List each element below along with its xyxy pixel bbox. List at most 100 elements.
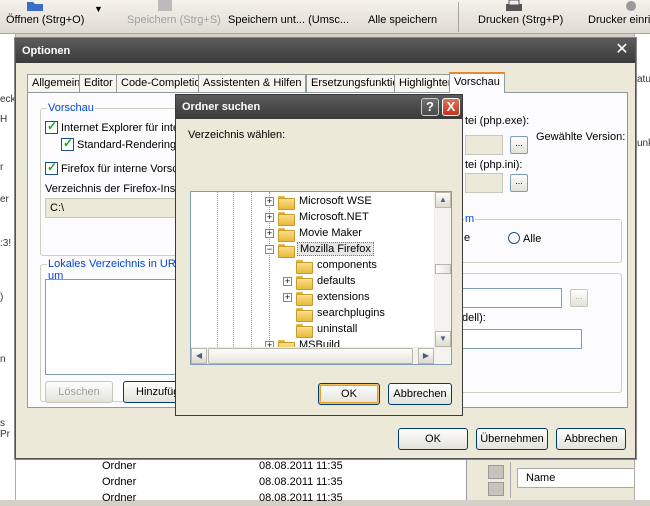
php-ini-field[interactable] (465, 173, 503, 193)
options-apply-button[interactable]: Übernehmen (476, 428, 548, 450)
loeschen-button[interactable]: Löschen (45, 381, 113, 403)
printer-setup-icon (626, 1, 636, 11)
firefox-dir-field[interactable]: C:\ (45, 198, 185, 218)
tree-guide-line (233, 192, 234, 347)
options-title: Optionen (22, 45, 71, 57)
panel-nav-buttons (481, 462, 511, 498)
scroll-down-icon[interactable]: ▼ (435, 331, 451, 347)
bg-left-text: er (0, 194, 9, 205)
browse-folder-dialog: Ordner suchen ? X Verzeichnis wählen: + M… (175, 94, 463, 416)
file-list: Ordner 08.08.2011 11:35 Ordner 08.08.201… (16, 458, 466, 504)
tree-guide-line (251, 192, 252, 347)
mode-group: m e Alle (460, 213, 622, 263)
server-browse-button[interactable]: ... (570, 289, 588, 307)
browse-folder-title-bar[interactable]: Ordner suchen (176, 95, 462, 119)
scroll-up-icon[interactable]: ▲ (435, 192, 451, 208)
firefox-preview-checkbox[interactable]: Firefox für interne Vorschau (45, 160, 196, 175)
scroll-left-icon[interactable]: ◀ (191, 348, 207, 364)
tree-guide-line (217, 192, 218, 347)
save-button[interactable]: Speichern (Strg+S) (127, 14, 221, 26)
php-ini-browse-button[interactable]: ... (510, 174, 528, 192)
tab-highlighter[interactable]: Highlighter (394, 74, 457, 92)
table-row[interactable]: Ordner 08.08.2011 11:35 (16, 460, 466, 474)
tab-assistenten-hilfen[interactable]: Assistenten & Hilfen (198, 74, 307, 92)
settings-icon[interactable] (487, 482, 504, 496)
alle-radio[interactable]: Alle (508, 232, 541, 245)
save-as-button[interactable]: Speichern unt... (Umsc... (228, 14, 349, 26)
expand-icon[interactable]: + (265, 213, 274, 222)
folder-icon (296, 308, 313, 322)
open-dropdown-icon[interactable]: ▼ (94, 4, 103, 14)
background-right-pane: atu unk (634, 34, 650, 500)
open-folder-icon (27, 2, 43, 11)
folder-icon (278, 228, 295, 242)
save-icon (158, 0, 172, 11)
browse-cancel-button[interactable]: Abbrechen (388, 383, 452, 405)
vorschau-group: Vorschau Internet Explorer für interne V… (40, 102, 205, 256)
folder-icon (278, 196, 295, 210)
name-column-header[interactable]: Name (517, 468, 635, 488)
bg-left-text: s Pr (0, 418, 10, 440)
save-all-button[interactable]: Alle speichern (368, 14, 437, 26)
bg-left-text: eck (0, 94, 16, 105)
close-icon[interactable]: X (442, 98, 460, 116)
printer-setup-button[interactable]: Drucker einrich (588, 14, 650, 26)
arrow-right-icon[interactable] (487, 465, 504, 479)
bg-left-text: H (0, 114, 8, 125)
bg-left-text: :3! (0, 238, 12, 249)
bg-right-text: atu (637, 74, 650, 85)
open-folder-icon (278, 244, 295, 258)
version-label: Gewählte Version: (536, 131, 626, 143)
browse-folder-title: Ordner suchen (182, 101, 261, 113)
server-field[interactable] (462, 288, 562, 308)
help-icon[interactable]: ? (421, 98, 439, 116)
scroll-thumb[interactable] (435, 264, 451, 274)
php-exe-field[interactable] (465, 135, 503, 155)
toolbar-separator (458, 2, 459, 32)
radio-e-label: e (464, 232, 471, 244)
close-icon[interactable]: ✕ (613, 42, 631, 59)
folder-icon (296, 324, 313, 338)
background-left-pane: eck H r er :3! ) n s Pr (0, 34, 16, 500)
folder-tree[interactable]: + Microsoft WSE + Microsoft.NET + Movie Mak… (190, 191, 452, 365)
table-row[interactable]: Ordner 08.08.2011 11:35 (16, 492, 466, 506)
php-exe-label: tei (php.exe): (465, 115, 530, 127)
bg-left-text: ) (0, 292, 4, 303)
scroll-right-icon[interactable]: ▶ (418, 348, 434, 364)
checkbox-checked-icon[interactable] (45, 119, 58, 134)
main-toolbar: Öffnen (Strg+O) ▼ Speichern (Strg+S) Spe… (0, 0, 650, 34)
tree-vertical-scrollbar[interactable]: ▲ ▼ (434, 192, 451, 347)
table-row[interactable]: Ordner 08.08.2011 11:35 (16, 476, 466, 490)
local-dir-list[interactable] (45, 279, 185, 375)
printer-icon (506, 0, 522, 11)
php-exe-browse-button[interactable]: ... (510, 136, 528, 154)
tab-editor[interactable]: Editor (79, 74, 118, 92)
print-button[interactable]: Drucken (Strg+P) (478, 14, 563, 26)
field3-input[interactable] (462, 329, 582, 349)
server-group: ... dell): (460, 273, 622, 393)
expand-icon[interactable]: + (265, 229, 274, 238)
checkbox-checked-icon[interactable] (61, 136, 74, 151)
expand-icon[interactable]: + (283, 293, 292, 302)
bg-left-text: n (0, 354, 6, 365)
open-button[interactable]: Öffnen (Strg+O) (6, 14, 84, 26)
tree-horizontal-scrollbar[interactable]: ◀ ▶ (191, 347, 451, 364)
expand-icon[interactable]: + (265, 197, 274, 206)
folder-icon (296, 276, 313, 290)
vorschau-group-label: Vorschau (47, 102, 95, 114)
mode-group-label: m (464, 213, 476, 225)
options-cancel-button[interactable]: Abbrechen (556, 428, 626, 450)
field3-label: dell): (462, 312, 486, 324)
options-ok-button[interactable]: OK (398, 428, 468, 450)
checkbox-checked-icon[interactable] (45, 160, 58, 175)
scroll-thumb[interactable] (208, 348, 413, 364)
tab-allgemein[interactable]: Allgemein (27, 74, 86, 92)
local-dir-group: Lokales Verzeichnis in URL um Löschen Hi… (40, 258, 190, 403)
collapse-icon[interactable]: − (265, 245, 274, 254)
options-title-bar[interactable]: Optionen ✕ (16, 39, 635, 63)
folder-icon (278, 212, 295, 226)
expand-icon[interactable]: + (283, 277, 292, 286)
php-ini-label: tei (php.ini): (465, 159, 523, 171)
browse-ok-button[interactable]: OK (318, 383, 380, 405)
tab-vorschau[interactable]: Vorschau (449, 72, 505, 93)
